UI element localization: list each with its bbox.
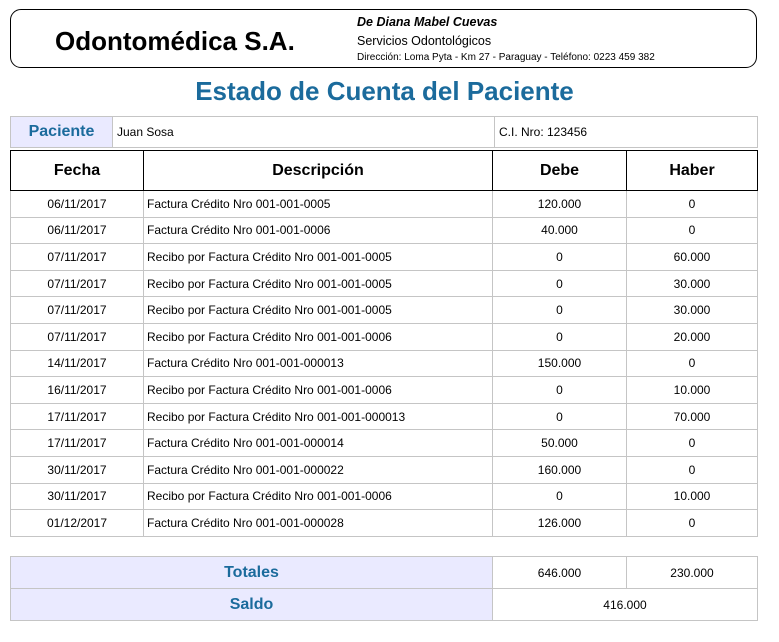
table-row: 06/11/2017 Factura Crédito Nro 001-001-00… [10,216,758,245]
cell-fecha: 07/11/2017 [10,322,144,351]
table-row: 30/11/2017 Recibo por Factura Crédito Nro… [10,482,758,511]
cell-fecha: 07/11/2017 [10,269,144,298]
cell-descripcion: Recibo por Factura Crédito Nro 001-001-0… [143,296,493,324]
cell-haber: 0 [626,455,758,484]
column-header-descripcion: Descripción [143,150,493,191]
cell-fecha: 17/11/2017 [10,402,144,431]
saldo-value: 416.000 [492,588,758,621]
cell-fecha: 07/11/2017 [10,296,144,324]
owner-name: De Diana Mabel Cuevas [357,15,498,29]
totals-debe: 646.000 [492,556,627,589]
cell-haber: 0 [626,429,758,457]
cell-debe: 0 [492,322,627,351]
table-row: 17/11/2017 Recibo por Factura Crédito Nro… [10,402,758,431]
patient-ci: C.I. Nro: 123456 [494,116,758,148]
table-row: 17/11/2017 Factura Crédito Nro 001-001-00… [10,429,758,457]
cell-haber: 20.000 [626,322,758,351]
cell-debe: 0 [492,269,627,298]
cell-fecha: 06/11/2017 [10,216,144,245]
table-row: 16/11/2017 Recibo por Factura Crédito Nro… [10,376,758,404]
cell-haber: 0 [626,349,758,378]
address-text: Dirección: Loma Pyta - Km 27 - Paraguay … [357,52,655,63]
cell-descripcion: Factura Crédito Nro 001-001-000013 [143,349,493,378]
cell-descripcion: Recibo por Factura Crédito Nro 001-001-0… [143,243,493,271]
table-row: 07/11/2017 Recibo por Factura Crédito Nro… [10,322,758,351]
cell-descripcion: Factura Crédito Nro 001-001-000014 [143,429,493,457]
cell-descripcion: Factura Crédito Nro 001-001-0005 [143,190,493,218]
cell-debe: 0 [492,482,627,511]
column-header-debe: Debe [492,150,627,191]
cell-fecha: 30/11/2017 [10,482,144,511]
company-name: Odontomédica S.A. [55,26,295,56]
cell-haber: 0 [626,509,758,537]
cell-descripcion: Factura Crédito Nro 001-001-000022 [143,455,493,484]
cell-debe: 0 [492,402,627,431]
cell-debe: 150.000 [492,349,627,378]
cell-fecha: 17/11/2017 [10,429,144,457]
table-row: 01/12/2017 Factura Crédito Nro 001-001-00… [10,509,758,537]
cell-debe: 120.000 [492,190,627,218]
cell-descripcion: Recibo por Factura Crédito Nro 001-001-0… [143,482,493,511]
cell-debe: 126.000 [492,509,627,537]
cell-haber: 10.000 [626,482,758,511]
cell-haber: 70.000 [626,402,758,431]
saldo-row: Saldo 416.000 [10,588,758,621]
totals-table: Totales 646.000 230.000 Saldo 416.000 [10,556,758,621]
cell-descripcion: Recibo por Factura Crédito Nro 001-001-0… [143,322,493,351]
cell-fecha: 30/11/2017 [10,455,144,484]
cell-descripcion: Factura Crédito Nro 001-001-000028 [143,509,493,537]
cell-debe: 50.000 [492,429,627,457]
table-header-row: Fecha Descripción Debe Haber [10,150,758,191]
table-row: 07/11/2017 Recibo por Factura Crédito Nro… [10,269,758,298]
cell-debe: 0 [492,243,627,271]
table-row: 14/11/2017 Factura Crédito Nro 001-001-00… [10,349,758,378]
page-title: Estado de Cuenta del Paciente [195,76,574,106]
cell-haber: 10.000 [626,376,758,404]
column-header-haber: Haber [626,150,758,191]
cell-debe: 0 [492,376,627,404]
cell-fecha: 06/11/2017 [10,190,144,218]
services-text: Servicios Odontológicos [357,34,492,48]
cell-descripcion: Recibo por Factura Crédito Nro 001-001-0… [143,402,493,431]
table-row: 30/11/2017 Factura Crédito Nro 001-001-00… [10,455,758,484]
cell-descripcion: Recibo por Factura Crédito Nro 001-001-0… [143,269,493,298]
column-header-fecha: Fecha [10,150,144,191]
cell-fecha: 07/11/2017 [10,243,144,271]
account-table: Fecha Descripción Debe Haber 06/11/2017 F… [10,150,758,537]
patient-table: Paciente Juan Sosa C.I. Nro: 123456 [10,116,758,148]
patient-label: Paciente [10,116,113,148]
header-box: Odontomédica S.A. De Diana Mabel Cuevas … [10,9,757,68]
totals-haber: 230.000 [626,556,758,589]
totals-row: Totales 646.000 230.000 [10,556,758,589]
cell-descripcion: Recibo por Factura Crédito Nro 001-001-0… [143,376,493,404]
table-row: 07/11/2017 Recibo por Factura Crédito Nro… [10,296,758,324]
cell-haber: 0 [626,190,758,218]
cell-fecha: 14/11/2017 [10,349,144,378]
cell-haber: 60.000 [626,243,758,271]
cell-haber: 30.000 [626,269,758,298]
patient-row: Paciente Juan Sosa C.I. Nro: 123456 [10,116,758,148]
cell-haber: 30.000 [626,296,758,324]
saldo-label: Saldo [10,588,493,621]
cell-haber: 0 [626,216,758,245]
cell-debe: 40.000 [492,216,627,245]
cell-descripcion: Factura Crédito Nro 001-001-0006 [143,216,493,245]
cell-debe: 160.000 [492,455,627,484]
cell-fecha: 16/11/2017 [10,376,144,404]
totals-label: Totales [10,556,493,589]
cell-fecha: 01/12/2017 [10,509,144,537]
table-row: 06/11/2017 Factura Crédito Nro 001-001-00… [10,190,758,218]
table-body: 06/11/2017 Factura Crédito Nro 001-001-00… [10,190,758,537]
cell-debe: 0 [492,296,627,324]
table-row: 07/11/2017 Recibo por Factura Crédito Nro… [10,243,758,271]
patient-name: Juan Sosa [112,116,495,148]
